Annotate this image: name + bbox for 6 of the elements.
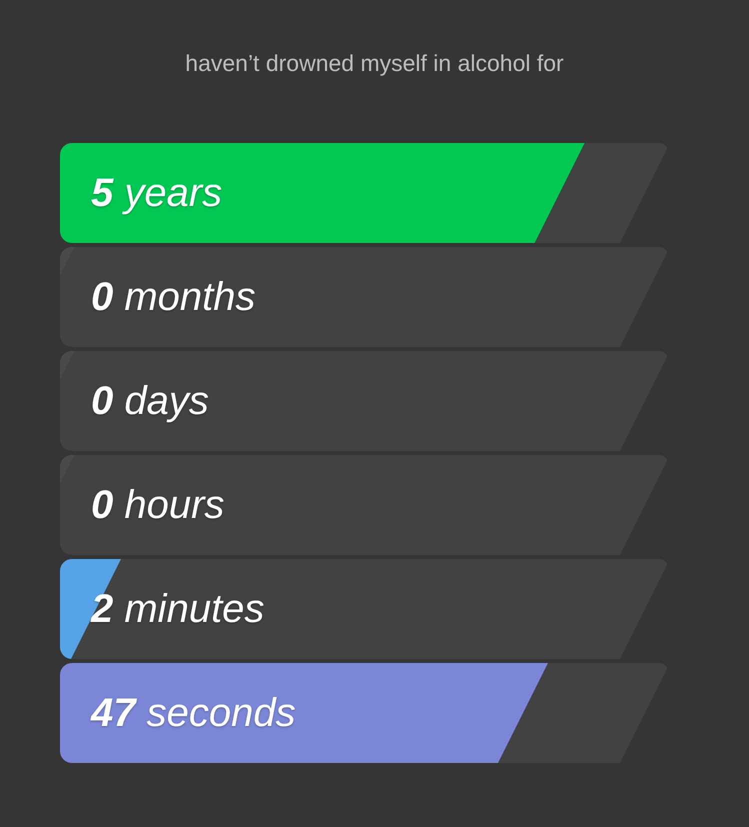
duration-label: 0 days	[91, 378, 209, 424]
heading-text: haven’t drowned myself in alcohol for	[184, 50, 565, 77]
duration-label: 5 years	[91, 170, 222, 216]
duration-label: 0 months	[91, 274, 256, 320]
duration-label: 0 hours	[91, 482, 224, 528]
duration-label: 47 seconds	[91, 690, 296, 736]
